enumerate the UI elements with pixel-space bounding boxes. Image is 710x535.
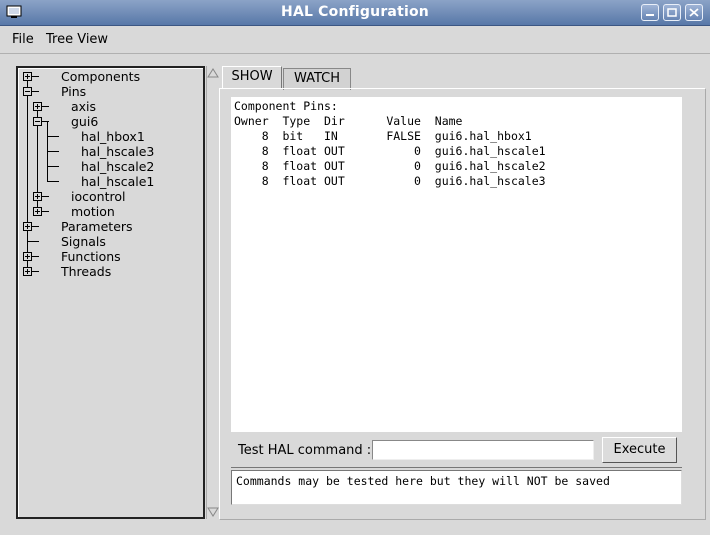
test-hal-command-label: Test HAL command :: [238, 443, 372, 458]
tree-scrollbar[interactable]: [206, 66, 219, 519]
collapse-icon[interactable]: [23, 87, 32, 96]
scroll-up-icon[interactable]: [207, 67, 219, 79]
command-output: Commands may be tested here but they wil…: [231, 470, 682, 505]
tree-item-threads[interactable]: Threads: [61, 264, 111, 279]
expand-icon[interactable]: [33, 192, 42, 201]
expand-icon[interactable]: [23, 72, 32, 81]
close-button[interactable]: [685, 4, 703, 21]
hal-command-input[interactable]: [372, 440, 594, 460]
collapse-icon[interactable]: [33, 117, 42, 126]
show-output-text: Component Pins: Owner Type Dir Value Nam…: [234, 99, 546, 188]
tree-item-iocontrol[interactable]: iocontrol: [71, 189, 125, 204]
tab-watch[interactable]: WATCH: [283, 68, 351, 90]
divider: [231, 467, 682, 468]
tree-item-signals[interactable]: Signals: [61, 234, 106, 249]
expand-icon[interactable]: [23, 222, 32, 231]
tree-item-pins[interactable]: Pins: [61, 84, 86, 99]
tree-line: [27, 241, 39, 242]
tree-item-functions[interactable]: Functions: [61, 249, 121, 264]
tree-line: [47, 151, 59, 152]
tree-item-gui6[interactable]: gui6: [71, 114, 98, 129]
tree-item-components[interactable]: Components: [61, 69, 140, 84]
close-icon: [689, 8, 699, 17]
tree-item-motion[interactable]: motion: [71, 204, 115, 219]
tree-line: [47, 166, 59, 167]
expand-icon[interactable]: [33, 207, 42, 216]
tree-line: [47, 136, 59, 137]
tree-item-axis[interactable]: axis: [71, 99, 96, 114]
minimize-button[interactable]: [641, 4, 659, 21]
tree-item-hal-hbox1[interactable]: hal_hbox1: [81, 129, 145, 144]
title-bar: HAL Configuration: [0, 0, 710, 26]
tree-item-parameters[interactable]: Parameters: [61, 219, 133, 234]
show-output: Component Pins: Owner Type Dir Value Nam…: [231, 97, 682, 432]
execute-button[interactable]: Execute: [602, 437, 677, 463]
tree-line: [47, 181, 59, 182]
expand-icon[interactable]: [23, 252, 32, 261]
tree-item-hal-hscale2[interactable]: hal_hscale2: [81, 159, 154, 174]
tree-item-hal-hscale3[interactable]: hal_hscale3: [81, 144, 154, 159]
scroll-down-icon[interactable]: [207, 506, 219, 518]
menu-file[interactable]: File: [12, 32, 34, 47]
hal-tree[interactable]: Components Pins axis gui6 hal_hbox1 hal_…: [16, 66, 205, 519]
maximize-icon: [667, 8, 677, 17]
command-output-text: Commands may be tested here but they wil…: [236, 474, 610, 488]
maximize-button[interactable]: [663, 4, 681, 21]
expand-icon[interactable]: [33, 102, 42, 111]
expand-icon[interactable]: [23, 267, 32, 276]
tree-item-hal-hscale1[interactable]: hal_hscale1: [81, 174, 154, 189]
window-title: HAL Configuration: [281, 4, 429, 20]
menu-bar: File Tree View: [0, 26, 710, 54]
minimize-icon: [646, 14, 654, 16]
menu-tree-view[interactable]: Tree View: [46, 32, 108, 47]
tab-show[interactable]: SHOW: [222, 66, 282, 89]
